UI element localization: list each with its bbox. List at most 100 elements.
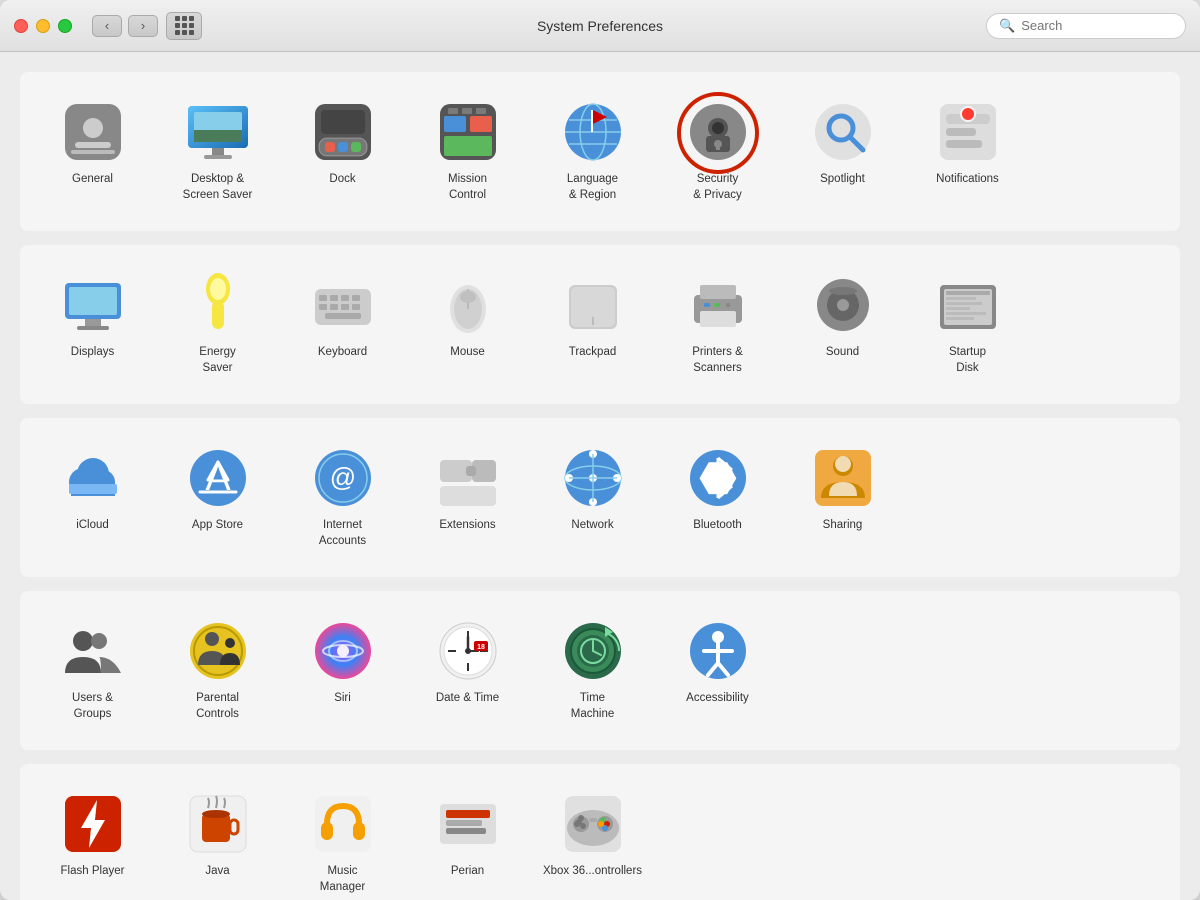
search-box[interactable]: 🔍	[986, 13, 1186, 39]
perian-label: Perian	[451, 864, 484, 880]
pref-siri[interactable]: Siri	[280, 609, 405, 732]
pref-java[interactable]: Java	[155, 782, 280, 900]
notifications-icon	[936, 100, 1000, 164]
desktop-label: Desktop &Screen Saver	[183, 172, 253, 203]
pref-internet-accounts[interactable]: @ InternetAccounts	[280, 436, 405, 559]
dock-label: Dock	[329, 172, 355, 188]
pref-spotlight[interactable]: Spotlight	[780, 90, 905, 213]
accessibility-label: Accessibility	[686, 691, 749, 707]
internet-accounts-icon: @	[311, 446, 375, 510]
back-button[interactable]: ‹	[92, 15, 122, 37]
pref-notifications[interactable]: Notifications	[905, 90, 1030, 213]
pref-icloud[interactable]: iCloud	[30, 436, 155, 559]
notifications-label: Notifications	[936, 172, 999, 188]
security-icon	[686, 100, 750, 164]
bluetooth-icon: ⬣	[686, 446, 750, 510]
sound-icon	[811, 273, 875, 337]
pref-language[interactable]: Language& Region	[530, 90, 655, 213]
mission-control-label: MissionControl	[448, 172, 487, 203]
section-internet: iCloud A App Store	[20, 418, 1180, 577]
bluetooth-label: Bluetooth	[693, 518, 742, 534]
search-icon: 🔍	[999, 18, 1015, 34]
network-label: Network	[571, 518, 613, 534]
pref-extensions[interactable]: Extensions	[405, 436, 530, 559]
pref-trackpad[interactable]: Trackpad	[530, 263, 655, 386]
pref-mission-control[interactable]: MissionControl	[405, 90, 530, 213]
energy-label: EnergySaver	[199, 345, 235, 376]
pref-startup[interactable]: StartupDisk	[905, 263, 1030, 386]
pref-timemachine[interactable]: TimeMachine	[530, 609, 655, 732]
pref-security[interactable]: Security& Privacy	[655, 90, 780, 213]
pref-parental[interactable]: ParentalControls	[155, 609, 280, 732]
pref-general[interactable]: General	[30, 90, 155, 213]
desktop-icon	[186, 100, 250, 164]
pref-printers[interactable]: Printers &Scanners	[655, 263, 780, 386]
pref-perian[interactable]: Perian	[405, 782, 530, 900]
pref-bluetooth[interactable]: ⬣ Bluetooth	[655, 436, 780, 559]
nav-buttons: ‹ ›	[92, 15, 158, 37]
trackpad-icon	[561, 273, 625, 337]
svg-text:18: 18	[477, 644, 485, 651]
dock-icon	[311, 100, 375, 164]
datetime-label: Date & Time	[436, 691, 499, 707]
pref-displays[interactable]: Displays	[30, 263, 155, 386]
mouse-icon	[436, 273, 500, 337]
hardware-grid: Displays EnergySaver	[30, 263, 1170, 386]
pref-accessibility[interactable]: Accessibility	[655, 609, 780, 732]
pref-appstore[interactable]: A App Store	[155, 436, 280, 559]
traffic-lights	[14, 19, 72, 33]
other-grid: Flash Player	[30, 782, 1170, 900]
section-system: Users &Groups	[20, 591, 1180, 750]
security-label: Security& Privacy	[693, 172, 742, 203]
java-icon	[186, 792, 250, 856]
internet-grid: iCloud A App Store	[30, 436, 1170, 559]
parental-label: ParentalControls	[196, 691, 239, 722]
pref-keyboard[interactable]: Keyboard	[280, 263, 405, 386]
pref-energy[interactable]: EnergySaver	[155, 263, 280, 386]
spotlight-icon	[811, 100, 875, 164]
timemachine-label: TimeMachine	[571, 691, 614, 722]
appstore-label: App Store	[192, 518, 243, 534]
pref-sharing[interactable]: Sharing	[780, 436, 905, 559]
appstore-icon: A	[186, 446, 250, 510]
pref-xbox[interactable]: Xbox 36...ontrollers	[530, 782, 655, 900]
mouse-label: Mouse	[450, 345, 485, 361]
pref-datetime[interactable]: 18 Date & Time	[405, 609, 530, 732]
sharing-label: Sharing	[823, 518, 863, 534]
siri-label: Siri	[334, 691, 351, 707]
network-icon	[561, 446, 625, 510]
pref-network[interactable]: Network	[530, 436, 655, 559]
internet-accounts-label: InternetAccounts	[319, 518, 366, 549]
pref-flash[interactable]: Flash Player	[30, 782, 155, 900]
icloud-icon	[61, 446, 125, 510]
home-button[interactable]	[166, 12, 202, 40]
xbox-icon	[561, 792, 625, 856]
forward-button[interactable]: ›	[128, 15, 158, 37]
printers-label: Printers &Scanners	[692, 345, 743, 376]
language-icon	[561, 100, 625, 164]
pref-dock[interactable]: Dock	[280, 90, 405, 213]
pref-music[interactable]: MusicManager	[280, 782, 405, 900]
grid-icon	[175, 16, 194, 35]
pref-desktop[interactable]: Desktop &Screen Saver	[155, 90, 280, 213]
section-personal: General	[20, 72, 1180, 231]
close-button[interactable]	[14, 19, 28, 33]
section-hardware: Displays EnergySaver	[20, 245, 1180, 404]
sharing-icon	[811, 446, 875, 510]
pref-users[interactable]: Users &Groups	[30, 609, 155, 732]
pref-sound[interactable]: Sound	[780, 263, 905, 386]
titlebar: ‹ › System Preferences 🔍	[0, 0, 1200, 52]
timemachine-icon	[561, 619, 625, 683]
extensions-label: Extensions	[439, 518, 495, 534]
maximize-button[interactable]	[58, 19, 72, 33]
displays-icon	[61, 273, 125, 337]
users-icon	[61, 619, 125, 683]
window-title: System Preferences	[537, 18, 663, 34]
minimize-button[interactable]	[36, 19, 50, 33]
search-input[interactable]	[1021, 18, 1173, 33]
pref-mouse[interactable]: Mouse	[405, 263, 530, 386]
svg-text:@: @	[329, 462, 355, 492]
accessibility-icon	[686, 619, 750, 683]
notification-badge	[960, 106, 976, 122]
xbox-label: Xbox 36...ontrollers	[543, 864, 642, 880]
